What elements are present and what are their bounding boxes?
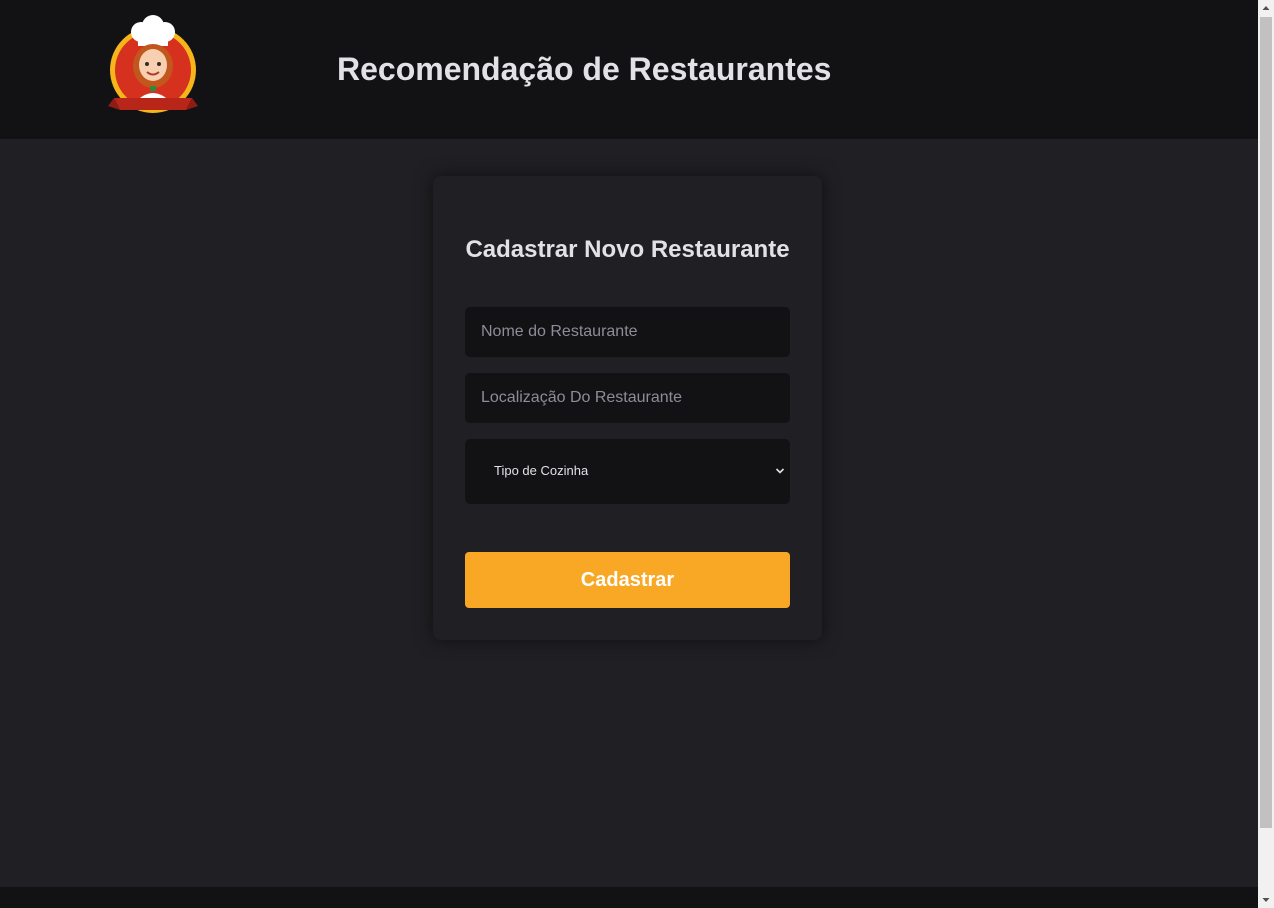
restaurant-location-input[interactable]	[465, 373, 790, 423]
scroll-up-arrow-icon[interactable]	[1258, 0, 1274, 16]
form-title: Cadastrar Novo Restaurante	[465, 236, 790, 263]
cuisine-type-select[interactable]: Tipo de Cozinha	[465, 439, 790, 504]
chevron-down-icon	[775, 468, 785, 474]
scrollbar-thumb[interactable]	[1260, 17, 1272, 828]
page: Recomendação de Restaurantes Cadastrar N…	[0, 0, 1258, 908]
scroll-down-arrow-icon[interactable]	[1258, 892, 1274, 908]
top-header: Recomendação de Restaurantes	[0, 0, 1258, 139]
cuisine-select-value: Tipo de Cozinha	[494, 463, 589, 478]
chef-logo-icon[interactable]	[96, 10, 212, 126]
submit-button[interactable]: Cadastrar	[465, 552, 790, 608]
footer	[0, 887, 1258, 908]
vertical-scrollbar[interactable]	[1258, 0, 1274, 908]
site-title: Recomendação de Restaurantes	[337, 51, 832, 87]
restaurant-name-input[interactable]	[465, 307, 790, 357]
